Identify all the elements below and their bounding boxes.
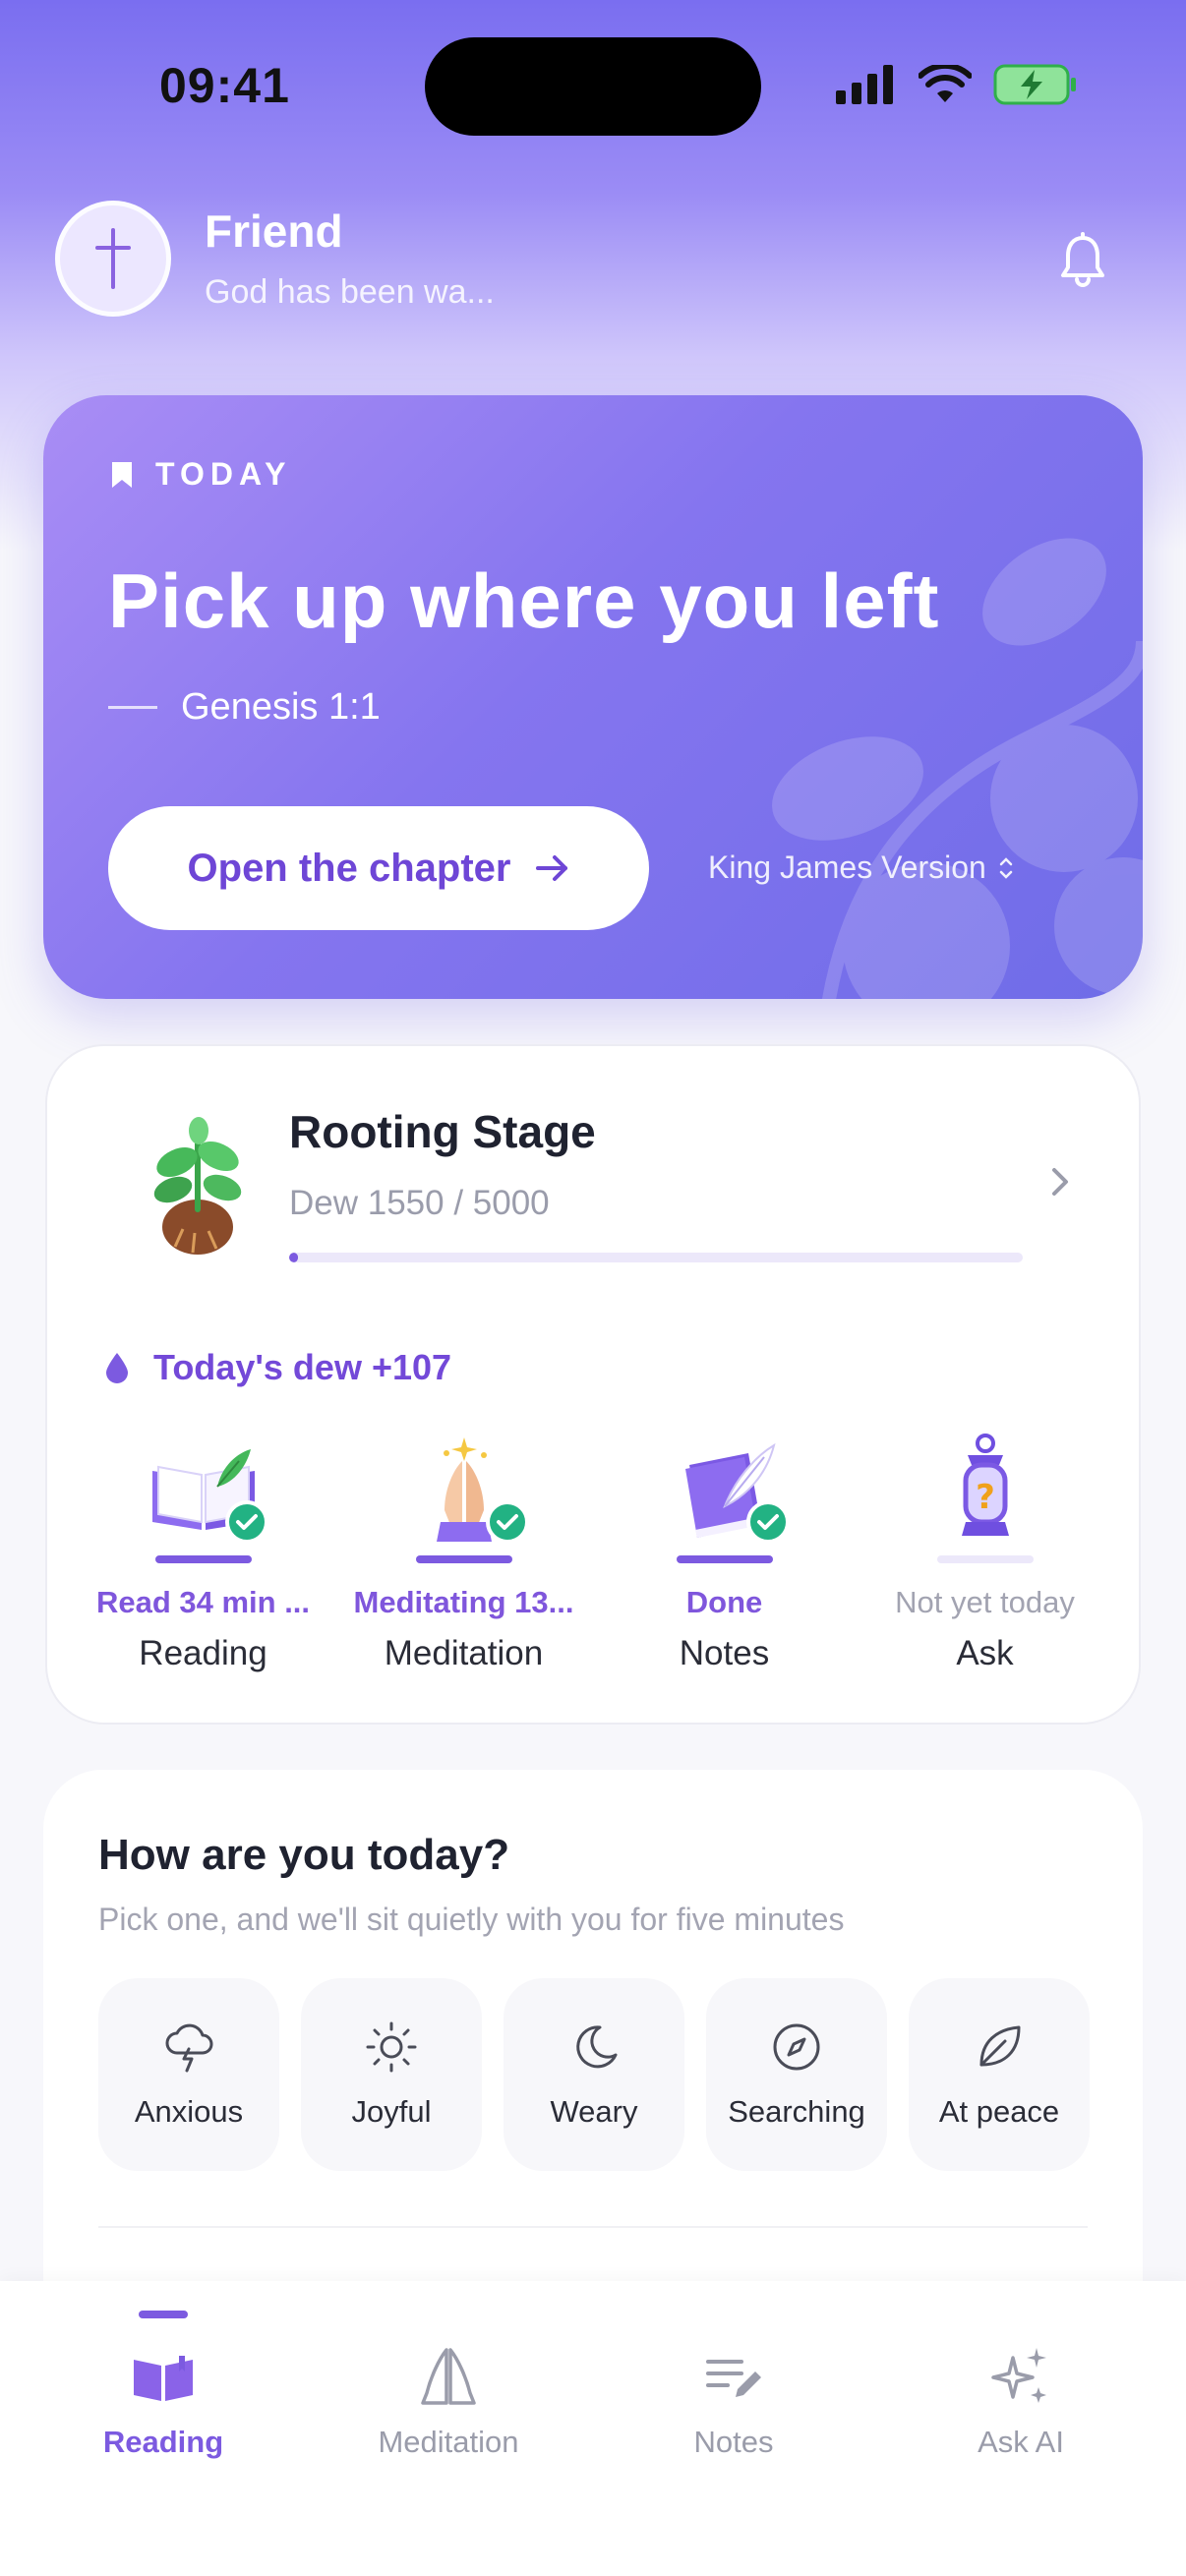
version-selector[interactable]: King James Version xyxy=(708,849,1014,886)
mood-label: Anxious xyxy=(134,2094,244,2129)
tab-label: Ask AI xyxy=(978,2425,1064,2459)
today-label-text: TODAY xyxy=(155,456,292,492)
mood-option-anxious[interactable]: Anxious xyxy=(98,1978,279,2171)
sun-icon xyxy=(366,2021,417,2073)
active-tab-indicator xyxy=(139,2311,188,2318)
dew-count: Dew 1550 / 5000 xyxy=(289,1184,550,1222)
activity-ask[interactable]: ? Not yet today Ask xyxy=(855,1432,1115,1687)
version-label: King James Version xyxy=(708,849,986,885)
notebook-quill-icon xyxy=(666,1432,790,1550)
activity-indicator xyxy=(676,1555,773,1563)
activity-status: Done xyxy=(685,1585,763,1619)
activity-name: Meditation xyxy=(384,1634,544,1672)
tab-meditation[interactable]: Meditation xyxy=(321,2281,576,2478)
header: Friend God has been wa... xyxy=(0,197,1186,324)
mood-label: Joyful xyxy=(351,2094,432,2129)
mood-option-at-peace[interactable]: At peace xyxy=(909,1978,1090,2171)
moon-icon xyxy=(576,2025,618,2069)
today-card: TODAY Pick up where you left Genesis 1:1… xyxy=(43,395,1143,999)
tab-indicator xyxy=(709,2311,758,2318)
stage-title: Rooting Stage xyxy=(289,1106,596,1157)
notes-icon xyxy=(706,2360,761,2397)
activity-name: Notes xyxy=(679,1634,770,1672)
tab-indicator xyxy=(996,2311,1045,2318)
tab-label: Notes xyxy=(693,2425,774,2459)
today-label: TODAY xyxy=(110,456,291,493)
activity-status: Meditating 13... xyxy=(353,1585,574,1619)
tab-label: Reading xyxy=(102,2425,224,2459)
activity-indicator xyxy=(415,1555,512,1563)
mood-options: Anxious Joyful Weary Searching At peace xyxy=(98,1978,1090,2171)
mood-option-searching[interactable]: Searching xyxy=(706,1978,887,2171)
tab-indicator xyxy=(424,2311,473,2318)
book-icon xyxy=(134,2356,193,2401)
signal-icon xyxy=(836,65,893,104)
mood-option-joyful[interactable]: Joyful xyxy=(301,1978,482,2171)
today-dew-text: Today's dew +107 xyxy=(153,1347,452,1387)
wifi-icon xyxy=(919,65,972,102)
dew-progress-fill xyxy=(289,1253,299,1262)
tab-notes[interactable]: Notes xyxy=(606,2281,861,2478)
svg-text:?: ? xyxy=(976,1478,995,1517)
tab-reading[interactable]: Reading xyxy=(35,2281,291,2478)
tab-ask-ai[interactable]: Ask AI xyxy=(893,2281,1149,2478)
mood-label: Weary xyxy=(550,2094,638,2129)
activity-list: Read 34 min ... Reading Meditating 13...… xyxy=(73,1432,1115,1687)
activity-name: Ask xyxy=(956,1634,1014,1672)
praying-hands-icon xyxy=(421,2348,476,2405)
leaf-icon xyxy=(979,2025,1021,2067)
reference-text: Genesis 1:1 xyxy=(181,686,381,728)
open-chapter-label: Open the chapter xyxy=(187,846,511,890)
chevron-up-down-icon xyxy=(999,856,1013,879)
reference-dash xyxy=(108,706,157,709)
activity-indicator xyxy=(154,1555,252,1563)
status-icons xyxy=(836,63,1078,106)
bell-icon[interactable] xyxy=(1058,232,1107,287)
avatar[interactable] xyxy=(55,201,171,317)
check-badge-icon xyxy=(745,1500,790,1544)
sparkles-icon xyxy=(991,2348,1046,2403)
activity-reading[interactable]: Read 34 min ... Reading xyxy=(73,1432,333,1687)
lantern-question-icon: ? xyxy=(926,1432,1044,1550)
mood-title: How are you today? xyxy=(98,1831,510,1879)
mood-label: Searching xyxy=(728,2094,865,2129)
status-bar: 09:41 xyxy=(0,0,1186,167)
activity-indicator xyxy=(936,1555,1034,1563)
battery-icon xyxy=(993,64,1076,105)
dynamic-island xyxy=(425,37,761,136)
activity-name: Reading xyxy=(139,1634,267,1672)
mood-subtitle: Pick one, and we'll sit quietly with you… xyxy=(98,1902,845,1937)
check-badge-icon xyxy=(224,1500,268,1544)
open-chapter-button[interactable]: Open the chapter xyxy=(108,806,649,930)
sprout-icon xyxy=(153,1117,242,1255)
mood-label: At peace xyxy=(938,2094,1060,2129)
tab-label: Meditation xyxy=(378,2425,519,2459)
cross-icon xyxy=(95,228,131,289)
greeting-subtitle: God has been wa... xyxy=(205,273,495,311)
dew-progress-bar xyxy=(289,1253,1023,1262)
bookmark-icon xyxy=(112,461,132,488)
status-time: 09:41 xyxy=(159,58,290,113)
storm-cloud-icon xyxy=(165,2023,213,2073)
activity-status: Not yet today xyxy=(895,1585,1075,1619)
chevron-right-icon[interactable] xyxy=(1046,1162,1074,1201)
scripture-reference: Genesis 1:1 xyxy=(108,686,381,729)
arrow-right-icon xyxy=(536,855,568,881)
user-name: Friend xyxy=(205,205,343,257)
bottom-tab-bar: Reading Meditation Notes Ask AI xyxy=(0,2281,1186,2576)
today-dew: Today's dew +107 xyxy=(104,1347,451,1388)
today-title: Pick up where you left xyxy=(108,557,940,644)
activity-meditation[interactable]: Meditating 13... Meditation xyxy=(333,1432,594,1687)
droplet-icon xyxy=(106,1353,128,1383)
compass-icon xyxy=(773,2023,820,2071)
check-badge-icon xyxy=(485,1500,529,1544)
divider xyxy=(98,2226,1088,2228)
vine-decoration xyxy=(772,538,1143,999)
mood-option-weary[interactable]: Weary xyxy=(504,1978,684,2171)
activity-notes[interactable]: Done Notes xyxy=(594,1432,855,1687)
praying-hands-icon xyxy=(405,1432,529,1550)
activity-status: Read 34 min ... xyxy=(95,1585,311,1619)
open-book-icon xyxy=(145,1432,268,1550)
growth-progress-card[interactable]: Rooting Stage Dew 1550 / 5000 Today's de… xyxy=(45,1044,1141,1725)
